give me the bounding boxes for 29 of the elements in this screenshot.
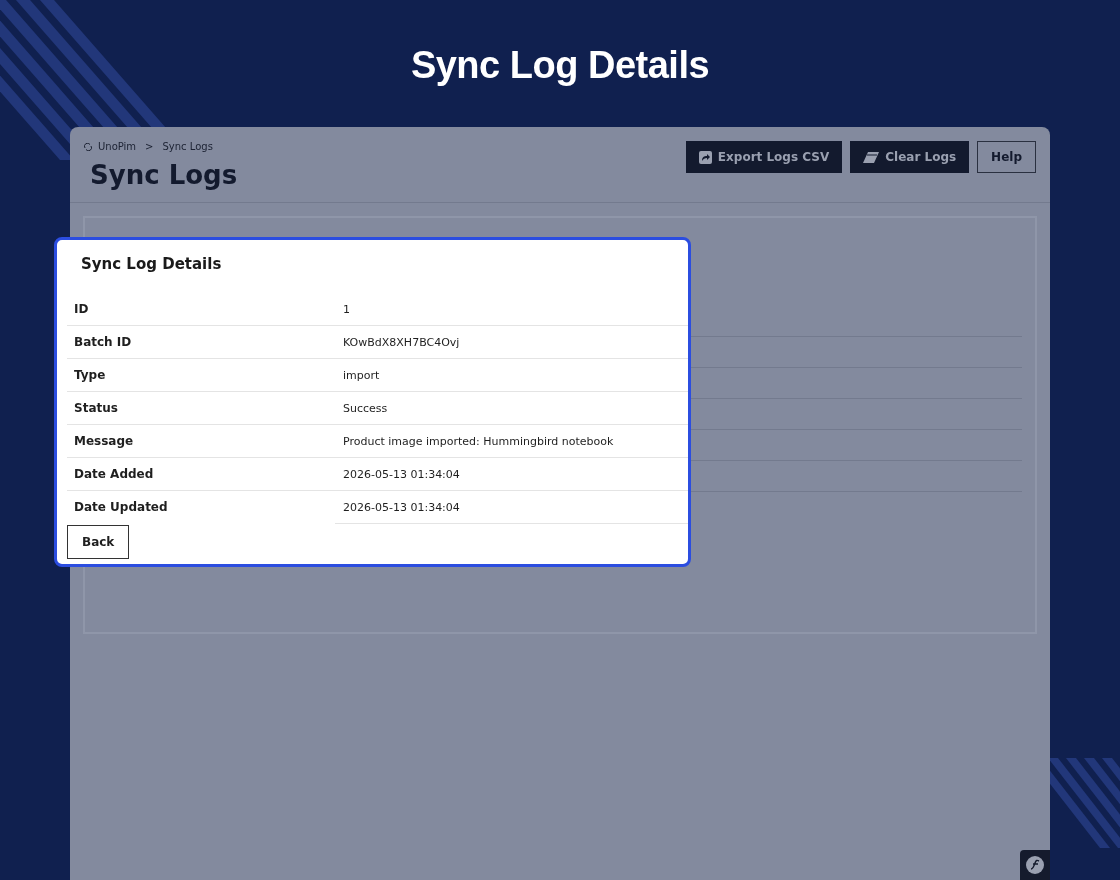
share-icon — [698, 150, 712, 164]
field-value: 2026-05-13 01:34:04 — [335, 458, 688, 491]
field-label: Date Added — [67, 458, 335, 491]
field-value: Success — [335, 392, 688, 425]
field-value: KOwBdX8XH7BC4Ovj — [335, 326, 688, 359]
field-label: Type — [67, 359, 335, 392]
breadcrumb-link[interactable]: UnoPim — [98, 141, 137, 152]
field-label: Date Updated — [73, 499, 169, 516]
eraser-icon — [863, 151, 880, 163]
field-value: Product image imported: Hummingbird notebook — [335, 425, 688, 458]
dialog-title: Sync Log Details — [81, 255, 223, 273]
field-value: 1 — [335, 293, 688, 326]
help-button[interactable]: Help — [977, 141, 1036, 173]
field-label: Status — [67, 392, 335, 425]
field-label: Message — [67, 425, 335, 458]
sync-icon — [84, 142, 92, 151]
breadcrumb-separator: > — [145, 141, 154, 152]
clear-button[interactable]: Clear Logs — [850, 141, 970, 173]
export-button[interactable]: Export Logs CSV — [685, 141, 843, 173]
back-button[interactable]: Back — [67, 525, 130, 559]
field-label: ID — [67, 293, 335, 326]
page-heading: Sync Logs — [90, 160, 238, 190]
field-value: 2026-05-13 01:34:04 — [335, 491, 688, 524]
field-label: Batch ID — [67, 326, 335, 359]
debug-toolbar-button[interactable] — [1020, 850, 1050, 880]
field-value: import — [335, 359, 688, 392]
page-title: Sync Log Details — [410, 44, 710, 87]
logo-icon — [1026, 856, 1044, 874]
breadcrumb-current: Sync Logs — [162, 141, 213, 152]
